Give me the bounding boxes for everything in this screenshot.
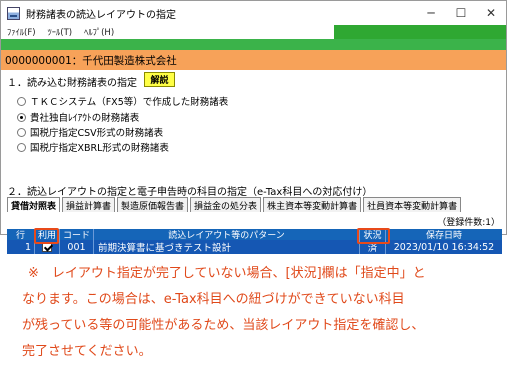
cell-row: 1 — [7, 240, 35, 254]
note-line: が残っている等の可能性があるため、当該レイアウト指定を確認し、 — [22, 318, 425, 333]
accent-strip — [1, 39, 506, 50]
menu-file[interactable]: ﾌｧｲﾙ(F) — [7, 26, 36, 38]
radio-icon — [17, 96, 26, 106]
section2-title: ２．読込レイアウトの指定と電子申告時の科目の指定（e-Tax科目への対応付け） — [7, 187, 373, 198]
help-button[interactable]: 解説 — [144, 72, 175, 87]
col-saved: 保存日時 — [425, 231, 462, 240]
tab-balance-sheet[interactable]: 貸借対照表 — [7, 197, 61, 212]
window: 財務諸表の読込レイアウトの指定 ─ ☐ ✕ ﾌｧｲﾙ(F) ﾂｰﾙ(T) ﾍﾙﾌ… — [0, 0, 507, 254]
cell-code: 001 — [60, 240, 94, 254]
tab-members-equity[interactable]: 社員資本等変動計算書 — [363, 197, 462, 212]
highlight-status-column — [357, 228, 390, 244]
col-code: コード — [60, 229, 94, 240]
radio-label: 国税庁指定XBRL形式の財務諸表 — [30, 143, 169, 154]
note-line: ※ レイアウト指定が完了していない場合、[状況]欄は「指定中」と — [28, 266, 426, 281]
radio-icon — [17, 127, 26, 137]
close-button[interactable]: ✕ — [476, 1, 506, 25]
app-icon — [7, 6, 20, 20]
radio-label: 貴社独自ﾚｲｱｳﾄの財務諸表 — [30, 113, 140, 124]
section1-title: １．読み込む財務諸表の指定 — [7, 78, 137, 89]
radio-csv[interactable]: 国税庁指定CSV形式の財務諸表 — [17, 125, 163, 139]
menu-help[interactable]: ﾍﾙﾌﾟ(H) — [84, 26, 114, 38]
col-pattern: 読込レイアウト等のパターン — [94, 229, 360, 240]
table-row[interactable]: 1 001 前期決算書に基づきテスト設計 済 2023/01/10 16:34:… — [7, 240, 502, 254]
title-bar: 財務諸表の読込レイアウトの指定 ─ ☐ ✕ — [1, 1, 506, 25]
menu-tool[interactable]: ﾂｰﾙ(T) — [48, 26, 73, 38]
radio-label: 国税庁指定CSV形式の財務諸表 — [30, 128, 164, 139]
radio-icon — [17, 142, 26, 152]
menu-bar: ﾌｧｲﾙ(F) ﾂｰﾙ(T) ﾍﾙﾌﾟ(H) — [1, 25, 506, 39]
tab-shareholders-equity[interactable]: 株主資本等変動計算書 — [263, 197, 362, 212]
statement-tabs: 貸借対照表 損益計算書 製造原価報告書 損益金の処分表 株主資本等変動計算書 社… — [7, 197, 463, 212]
note-line: 完了させてください。 — [22, 344, 152, 359]
note-line: なります。この場合は、e-Tax科目への紐づけができていない科目 — [22, 292, 405, 307]
radio-label: ＴＫＣシステム（FX5等）で作成した財務諸表 — [30, 97, 229, 108]
window-title: 財務諸表の読込レイアウトの指定 — [26, 9, 176, 21]
radio-selected-icon — [17, 112, 26, 122]
maximize-button[interactable]: ☐ — [446, 1, 476, 25]
highlight-use-column — [34, 228, 59, 244]
tab-manufacturing-cost[interactable]: 製造原価報告書 — [117, 197, 189, 212]
layout-table: 行 利用 コード 読込レイアウト等のパターン 状況 保存日時 1 001 前期決… — [7, 229, 502, 254]
radio-xbrl[interactable]: 国税庁指定XBRL形式の財務諸表 — [17, 140, 169, 154]
company-bar: 0000000001：千代田製造株式会社 — [1, 50, 506, 70]
cell-saved: 2023/01/10 16:34:52 — [393, 241, 495, 253]
tab-appropriation[interactable]: 損益金の処分表 — [190, 197, 262, 212]
cell-pattern: 前期決算書に基づきテスト設計 — [94, 240, 360, 254]
registered-count: （登録件数:1） — [437, 218, 500, 228]
tab-income-statement[interactable]: 損益計算書 — [62, 197, 116, 212]
radio-custom-layout[interactable]: 貴社独自ﾚｲｱｳﾄの財務諸表 — [17, 110, 139, 124]
menu-accent — [334, 25, 506, 39]
company-label: 0000000001：千代田製造株式会社 — [5, 54, 177, 67]
minimize-button[interactable]: ─ — [416, 1, 446, 25]
table-header: 行 利用 コード 読込レイアウト等のパターン 状況 保存日時 — [7, 229, 502, 240]
col-row: 行 — [7, 229, 35, 240]
radio-tkc[interactable]: ＴＫＣシステム（FX5等）で作成した財務諸表 — [17, 94, 228, 108]
